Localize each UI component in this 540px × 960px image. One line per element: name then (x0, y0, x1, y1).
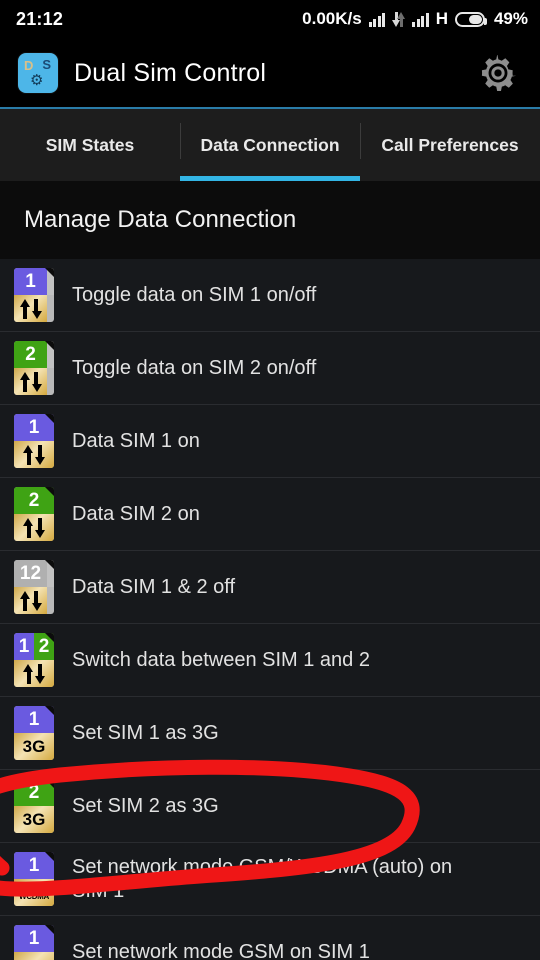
tab-bar: SIM States Data Connection Call Preferen… (0, 109, 540, 181)
sim-number: 2 (14, 341, 47, 368)
list-item-label: Toggle data on SIM 1 on/off (72, 283, 317, 306)
sim2-3g-icon: 2 3G (14, 779, 54, 833)
app-screen: 21:12 0.00K/s H 49% D S ⚙ Dual Sim Contr… (0, 0, 540, 960)
sim1-data-icon: 1 (14, 268, 54, 322)
tab-data-connection[interactable]: Data Connection (180, 109, 360, 181)
sim1-data-on-icon: 1 (14, 414, 54, 468)
section-title: Manage Data Connection (0, 181, 540, 259)
list-item[interactable]: 2 Toggle data on SIM 2 on/off (0, 332, 540, 405)
network-type-text: H (435, 9, 448, 28)
tab-sim-states-label: SIM States (45, 134, 135, 155)
data-transfer-icon (392, 11, 406, 27)
list-item-label: Switch data between SIM 1 and 2 (72, 648, 370, 671)
app-logo-icon: D S ⚙ (18, 53, 58, 93)
list-item[interactable]: 2 Data SIM 2 on (0, 478, 540, 551)
sim-switch-icon: 12 (14, 633, 54, 687)
signal-bars-icon-2 (412, 12, 429, 27)
list-item[interactable]: 12 Data SIM 1 & 2 off (0, 551, 540, 624)
status-indicators: 0.00K/s H 49% (302, 9, 528, 29)
sim2-data-icon: 2 (14, 341, 54, 395)
app-bar: D S ⚙ Dual Sim Control (0, 38, 540, 108)
status-clock: 21:12 (16, 8, 64, 29)
list-item[interactable]: 1 Toggle data on SIM 1 on/off (0, 259, 540, 332)
data-arrows-icon (18, 371, 44, 392)
sim2-data-on-icon: 2 (14, 487, 54, 541)
battery-icon (454, 11, 487, 27)
list-item[interactable]: 1 GSM WCDMA Set network mode GSM/WCDMA (a… (0, 843, 540, 916)
sim-number: 1 (14, 268, 47, 295)
list-item-label: Set SIM 2 as 3G (72, 794, 219, 817)
tab-sim-states[interactable]: SIM States (0, 109, 180, 181)
status-bar: 21:12 0.00K/s H 49% (0, 0, 540, 38)
data-connection-list[interactable]: 1 Toggle data on SIM 1 on/off 2 Toggle d… (0, 259, 540, 960)
battery-percent-text: 49% (493, 9, 528, 28)
list-item-label: Set network mode GSM/WCDMA (auto) on SIM… (72, 855, 453, 902)
app-logo-gear-icon: ⚙ (30, 72, 44, 89)
data-arrows-icon (18, 590, 44, 611)
list-item-label: Toggle data on SIM 2 on/off (72, 356, 317, 379)
network-speed-text: 0.00K/s (302, 9, 362, 28)
list-item-label: Data SIM 1 & 2 off (72, 575, 236, 598)
app-logo-letter-s: S (42, 57, 51, 72)
list-item[interactable]: 1 3G Set SIM 1 as 3G (0, 697, 540, 770)
data-arrows-icon (21, 444, 47, 465)
list-item-label: Set network mode GSM on SIM 1 (72, 940, 370, 960)
sim-badge-gsm-wcdma: GSM WCDMA (14, 879, 54, 906)
data-arrows-icon (18, 298, 44, 319)
data-arrows-icon (21, 517, 47, 538)
tab-data-connection-label: Data Connection (200, 134, 340, 155)
list-item-label: Data SIM 2 on (72, 502, 200, 525)
list-item[interactable]: 1 GSM Set network mode GSM on SIM 1 (0, 916, 540, 960)
sim-number: 12 (14, 560, 47, 587)
settings-button[interactable] (474, 49, 522, 97)
app-logo-letter-d: D (24, 58, 34, 73)
sim-both-off-icon: 12 (14, 560, 54, 614)
sim1-3g-icon: 1 3G (14, 706, 54, 760)
gear-icon (481, 54, 517, 92)
tab-call-preferences[interactable]: Call Preferences (360, 109, 540, 181)
data-arrows-icon (21, 663, 47, 684)
sim-badge-3g: 3G (14, 806, 54, 833)
page-title: Dual Sim Control (74, 58, 267, 87)
sim-badge-gsm: GSM (14, 952, 54, 960)
sim-badge-3g: 3G (14, 733, 54, 760)
sim1-gsm-wcdma-icon: 1 GSM WCDMA (14, 852, 54, 906)
list-item[interactable]: 1 Data SIM 1 on (0, 405, 540, 478)
signal-bars-icon (368, 12, 386, 27)
sim1-gsm-icon: 1 GSM (14, 925, 54, 960)
list-item-set-sim2-as-3g[interactable]: 2 3G Set SIM 2 as 3G (0, 770, 540, 843)
list-item-label: Set SIM 1 as 3G (72, 721, 219, 744)
list-item[interactable]: 12 Switch data between SIM 1 and 2 (0, 624, 540, 697)
tab-call-preferences-label: Call Preferences (381, 134, 519, 155)
list-item-label: Data SIM 1 on (72, 429, 200, 452)
